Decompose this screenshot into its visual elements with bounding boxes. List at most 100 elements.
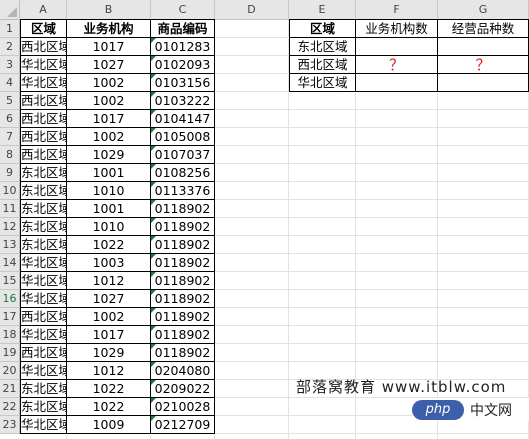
table-cell[interactable]: 1029 (67, 146, 151, 164)
row-header-11[interactable]: 11 (0, 200, 20, 218)
summary-region-cell[interactable]: 西北区域 (289, 56, 356, 74)
summary-table-header[interactable]: 区域 (289, 19, 356, 38)
table-cell[interactable]: 东北区域 (20, 236, 67, 254)
table-cell[interactable]: 0212709 (151, 416, 215, 434)
table-cell[interactable]: 华北区域 (20, 272, 67, 290)
table-cell[interactable]: 1001 (67, 164, 151, 182)
error-indicator-icon[interactable] (151, 236, 156, 241)
table-cell[interactable]: 1022 (67, 380, 151, 398)
summary-value-cell[interactable] (438, 74, 529, 92)
row-header-15[interactable]: 15 (0, 272, 20, 290)
table-cell[interactable]: 西北区域 (20, 128, 67, 146)
row-header-10[interactable]: 10 (0, 182, 20, 200)
error-indicator-icon[interactable] (151, 74, 156, 79)
table-cell[interactable]: 1003 (67, 254, 151, 272)
row-header-19[interactable]: 19 (0, 344, 20, 362)
row-header-20[interactable]: 20 (0, 362, 20, 380)
error-indicator-icon[interactable] (151, 344, 156, 349)
error-indicator-icon[interactable] (151, 326, 156, 331)
row-header-16[interactable]: 16 (0, 290, 20, 308)
row-header-3[interactable]: 3 (0, 56, 20, 74)
error-indicator-icon[interactable] (151, 38, 156, 43)
table-cell[interactable]: 西北区域 (20, 308, 67, 326)
table-cell[interactable]: 华北区域 (20, 326, 67, 344)
summary-value-cell[interactable] (438, 38, 529, 56)
table-cell[interactable]: 0113376 (151, 182, 215, 200)
row-header-8[interactable]: 8 (0, 146, 20, 164)
table-cell[interactable]: 1002 (67, 74, 151, 92)
error-indicator-icon[interactable] (151, 146, 156, 151)
column-header-c[interactable]: C (151, 0, 215, 20)
table-cell[interactable]: 0118902 (151, 218, 215, 236)
table-cell[interactable]: 东北区域 (20, 182, 67, 200)
row-header-14[interactable]: 14 (0, 254, 20, 272)
table-cell[interactable]: 0118902 (151, 200, 215, 218)
summary-table-header[interactable]: 业务机构数 (356, 19, 438, 38)
error-indicator-icon[interactable] (151, 362, 156, 367)
row-header-22[interactable]: 22 (0, 398, 20, 416)
table-cell[interactable]: 0104147 (151, 110, 215, 128)
error-indicator-icon[interactable] (151, 416, 156, 421)
table-cell[interactable]: 西北区域 (20, 38, 67, 56)
table-cell[interactable]: 0118902 (151, 272, 215, 290)
table-cell[interactable]: 0210028 (151, 398, 215, 416)
summary-region-cell[interactable]: 东北区域 (289, 38, 356, 56)
table-cell[interactable]: 1017 (67, 326, 151, 344)
table-cell[interactable]: 东北区域 (20, 398, 67, 416)
table-cell[interactable]: 1012 (67, 272, 151, 290)
column-header-b[interactable]: B (67, 0, 151, 20)
column-header-g[interactable]: G (438, 0, 529, 20)
error-indicator-icon[interactable] (151, 110, 156, 115)
table-cell[interactable]: 华北区域 (20, 74, 67, 92)
table-cell[interactable]: 0105008 (151, 128, 215, 146)
table-cell[interactable]: 西北区域 (20, 92, 67, 110)
table-cell[interactable]: 1010 (67, 218, 151, 236)
table-cell[interactable]: 华北区域 (20, 254, 67, 272)
left-table-header[interactable]: 业务机构 (67, 19, 151, 38)
table-cell[interactable]: 西北区域 (20, 344, 67, 362)
row-header-13[interactable]: 13 (0, 236, 20, 254)
table-cell[interactable]: 0204080 (151, 362, 215, 380)
column-header-e[interactable]: E (289, 0, 356, 20)
row-header-2[interactable]: 2 (0, 38, 20, 56)
row-header-21[interactable]: 21 (0, 380, 20, 398)
error-indicator-icon[interactable] (151, 290, 156, 295)
table-cell[interactable]: 0101283 (151, 38, 215, 56)
row-header-18[interactable]: 18 (0, 326, 20, 344)
error-indicator-icon[interactable] (151, 308, 156, 313)
row-header-23[interactable]: 23 (0, 416, 20, 434)
row-header-7[interactable]: 7 (0, 128, 20, 146)
table-cell[interactable]: 1017 (67, 110, 151, 128)
error-indicator-icon[interactable] (151, 254, 156, 259)
table-cell[interactable]: 西北区域 (20, 146, 67, 164)
summary-value-cell[interactable] (356, 38, 438, 56)
left-table-header[interactable]: 区域 (20, 19, 67, 38)
error-indicator-icon[interactable] (151, 182, 156, 187)
table-cell[interactable]: 1022 (67, 398, 151, 416)
table-cell[interactable]: 1001 (67, 200, 151, 218)
column-header-d[interactable]: D (215, 0, 289, 20)
table-cell[interactable]: 0118902 (151, 290, 215, 308)
select-all-corner[interactable] (0, 0, 20, 20)
left-table-header[interactable]: 商品编码 (151, 19, 215, 38)
table-cell[interactable]: 0102093 (151, 56, 215, 74)
table-cell[interactable]: 0103222 (151, 92, 215, 110)
table-cell[interactable]: 华北区域 (20, 56, 67, 74)
table-cell[interactable]: 东北区域 (20, 164, 67, 182)
table-cell[interactable]: 1009 (67, 416, 151, 434)
summary-value-cell[interactable] (356, 74, 438, 92)
table-cell[interactable]: 0118902 (151, 254, 215, 272)
summary-table-header[interactable]: 经营品种数 (438, 19, 529, 38)
error-indicator-icon[interactable] (151, 92, 156, 97)
table-cell[interactable]: 1027 (67, 290, 151, 308)
table-cell[interactable]: 东北区域 (20, 218, 67, 236)
summary-value-cell[interactable]: ？ (356, 56, 438, 74)
error-indicator-icon[interactable] (151, 164, 156, 169)
table-cell[interactable]: 1022 (67, 236, 151, 254)
error-indicator-icon[interactable] (151, 380, 156, 385)
table-cell[interactable]: 1002 (67, 308, 151, 326)
table-cell[interactable]: 0209022 (151, 380, 215, 398)
summary-region-cell[interactable]: 华北区域 (289, 74, 356, 92)
table-cell[interactable]: 1012 (67, 362, 151, 380)
row-header-5[interactable]: 5 (0, 92, 20, 110)
